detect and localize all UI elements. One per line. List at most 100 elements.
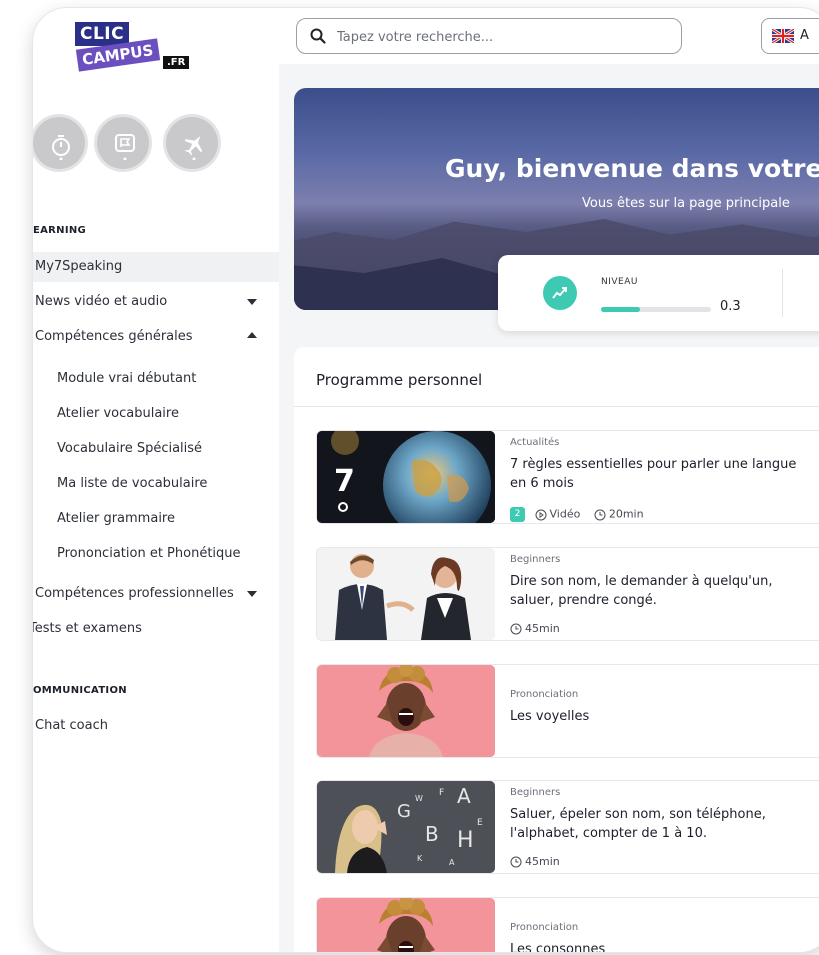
app-window: CLIC CAMPUS .FR EARNING My7Speaking News… [33, 8, 819, 952]
welcome-title: Guy, bienvenue dans votre in [445, 154, 819, 183]
flag-icon [115, 134, 135, 160]
sidebar-item-chat-coach[interactable]: Chat coach [33, 711, 279, 741]
search-icon [310, 28, 326, 44]
program-title: Programme personnel [316, 371, 483, 389]
level-badge [543, 276, 577, 310]
sidebar-subitem-vrai-debutant[interactable]: Module vrai débutant [33, 364, 279, 394]
svg-text:7: 7 [334, 464, 355, 499]
item-category: Prononciation [510, 922, 579, 933]
item-title: 7 règles essentielles pour parler une la… [510, 457, 797, 491]
item-duration: 45min [525, 622, 560, 635]
level-progress-fill [601, 307, 640, 312]
main-content: A Guy, bienvenue dans votre in Vous êtes… [279, 8, 819, 952]
personal-program-panel: Programme personnel 7 Actualités 7 règle… [294, 347, 819, 952]
thumbnail-greeting [317, 548, 495, 640]
item-duration: 45min [525, 855, 560, 868]
sidebar-item-label: My7Speaking [35, 259, 123, 274]
clock-icon [510, 856, 522, 868]
trend-icon [552, 287, 567, 299]
sidebar-item-label: Prononciation et Phonétique [57, 546, 241, 561]
item-meta: 45min [510, 855, 560, 868]
plane-badge[interactable] [163, 114, 221, 172]
top-bar: A [279, 8, 819, 64]
sidebar-subitem-prononciation[interactable]: Prononciation et Phonétique [33, 539, 279, 569]
sidebar-item-label: Module vrai débutant [57, 371, 197, 386]
item-duration: 20min [608, 507, 644, 521]
program-item[interactable]: Beginners Dire son nom, le demander à qu… [316, 547, 819, 641]
svg-text:K: K [417, 854, 423, 863]
item-category: Prononciation [510, 689, 579, 700]
item-category: Beginners [510, 787, 561, 798]
program-item[interactable]: Prononciation Les voyelles [316, 664, 819, 758]
thumbnail-alphabet: GABHFEWAK [317, 781, 495, 873]
logo-suffix: .FR [163, 56, 190, 69]
sidebar-item-competences-generales[interactable]: Compétences générales [33, 322, 279, 352]
chevron-down-icon [247, 591, 257, 597]
chevron-up-icon [247, 332, 257, 338]
clock-icon [594, 509, 606, 520]
sidebar-item-competences-professionnelles[interactable]: Compétences professionnelles [33, 579, 279, 609]
thumbnail-globe: 7 [317, 431, 495, 523]
timer-badge[interactable] [33, 114, 88, 172]
item-meta: 45min [510, 622, 560, 635]
level-label: NIVEAU [601, 277, 638, 287]
sidebar-subitem-atelier-grammaire[interactable]: Atelier grammaire [33, 504, 279, 534]
sidebar-item-news[interactable]: News vidéo et audio [33, 287, 279, 317]
sidebar-item-label: Atelier vocabulaire [57, 406, 179, 421]
program-item[interactable]: Prononciation Les consonnes [316, 897, 819, 952]
sidebar-subitem-vocabulaire-specialise[interactable]: Vocabulaire Spécialisé [33, 434, 279, 464]
sidebar-item-label: Tests et examens [33, 621, 142, 636]
sidebar-subitem-liste-vocabulaire[interactable]: Ma liste de vocabulaire [33, 469, 279, 499]
program-item[interactable]: GABHFEWAK Beginners Saluer, épeler son n… [316, 780, 819, 874]
item-title: Les consonnes [510, 942, 606, 952]
svg-text:B: B [425, 822, 439, 846]
svg-text:F: F [439, 788, 444, 798]
item-meta: 2 Vidéo 20min [510, 507, 644, 522]
svg-text:E: E [477, 818, 483, 828]
svg-text:G: G [397, 801, 411, 822]
svg-text:W: W [415, 794, 423, 803]
item-title: Les voyelles [510, 709, 590, 724]
thumbnail-shouting-woman [317, 665, 495, 757]
level-card: NIVEAU 0.3 [498, 255, 819, 331]
sidebar-item-tests[interactable]: Tests et examens [33, 614, 279, 644]
section-communication-title: OMMUNICATION [33, 685, 127, 696]
plane-icon [184, 135, 203, 160]
sidebar-item-my7speaking[interactable]: My7Speaking [33, 252, 279, 282]
sidebar-item-label: Compétences générales [35, 329, 193, 344]
language-label: A [800, 28, 809, 43]
clic-campus-logo[interactable]: CLIC CAMPUS .FR [75, 22, 195, 78]
program-item[interactable]: 7 Actualités 7 règles essentielles pour … [316, 430, 819, 524]
item-category: Actualités [510, 437, 560, 448]
search-input[interactable] [335, 26, 669, 48]
welcome-subtitle: Vous êtes sur la page principale [582, 196, 790, 211]
program-divider [294, 406, 819, 407]
play-icon [535, 509, 546, 520]
item-title: Dire son nom, le demander à quelqu'un, s… [510, 574, 773, 608]
language-selector[interactable]: A [761, 18, 819, 54]
flag-badge[interactable] [94, 114, 152, 172]
chevron-down-icon [247, 299, 257, 305]
section-learning-title: EARNING [33, 225, 87, 236]
sidebar-item-label: Ma liste de vocabulaire [57, 476, 208, 491]
clock-icon [510, 623, 522, 635]
sidebar-item-label: Atelier grammaire [57, 511, 175, 526]
sidebar-item-label: Compétences professionnelles [35, 586, 234, 601]
uk-flag-icon [772, 29, 794, 43]
sidebar: CLIC CAMPUS .FR EARNING My7Speaking News… [33, 8, 279, 952]
svg-text:A: A [457, 784, 471, 808]
item-count-badge: 2 [510, 507, 525, 522]
sidebar-item-label: Chat coach [35, 718, 108, 733]
item-type: Vidéo [549, 507, 581, 521]
search-box[interactable] [296, 18, 682, 54]
level-value: 0.3 [720, 299, 741, 314]
card-divider [782, 269, 783, 317]
sidebar-subitem-atelier-vocabulaire[interactable]: Atelier vocabulaire [33, 399, 279, 429]
level-progress-bar [601, 307, 711, 312]
timer-icon [52, 135, 70, 160]
svg-text:H: H [457, 828, 474, 853]
sidebar-item-label: Vocabulaire Spécialisé [57, 441, 203, 456]
sidebar-item-label: News vidéo et audio [35, 294, 168, 309]
item-category: Beginners [510, 554, 561, 565]
item-title: Saluer, épeler son nom, son téléphone, l… [510, 807, 766, 841]
